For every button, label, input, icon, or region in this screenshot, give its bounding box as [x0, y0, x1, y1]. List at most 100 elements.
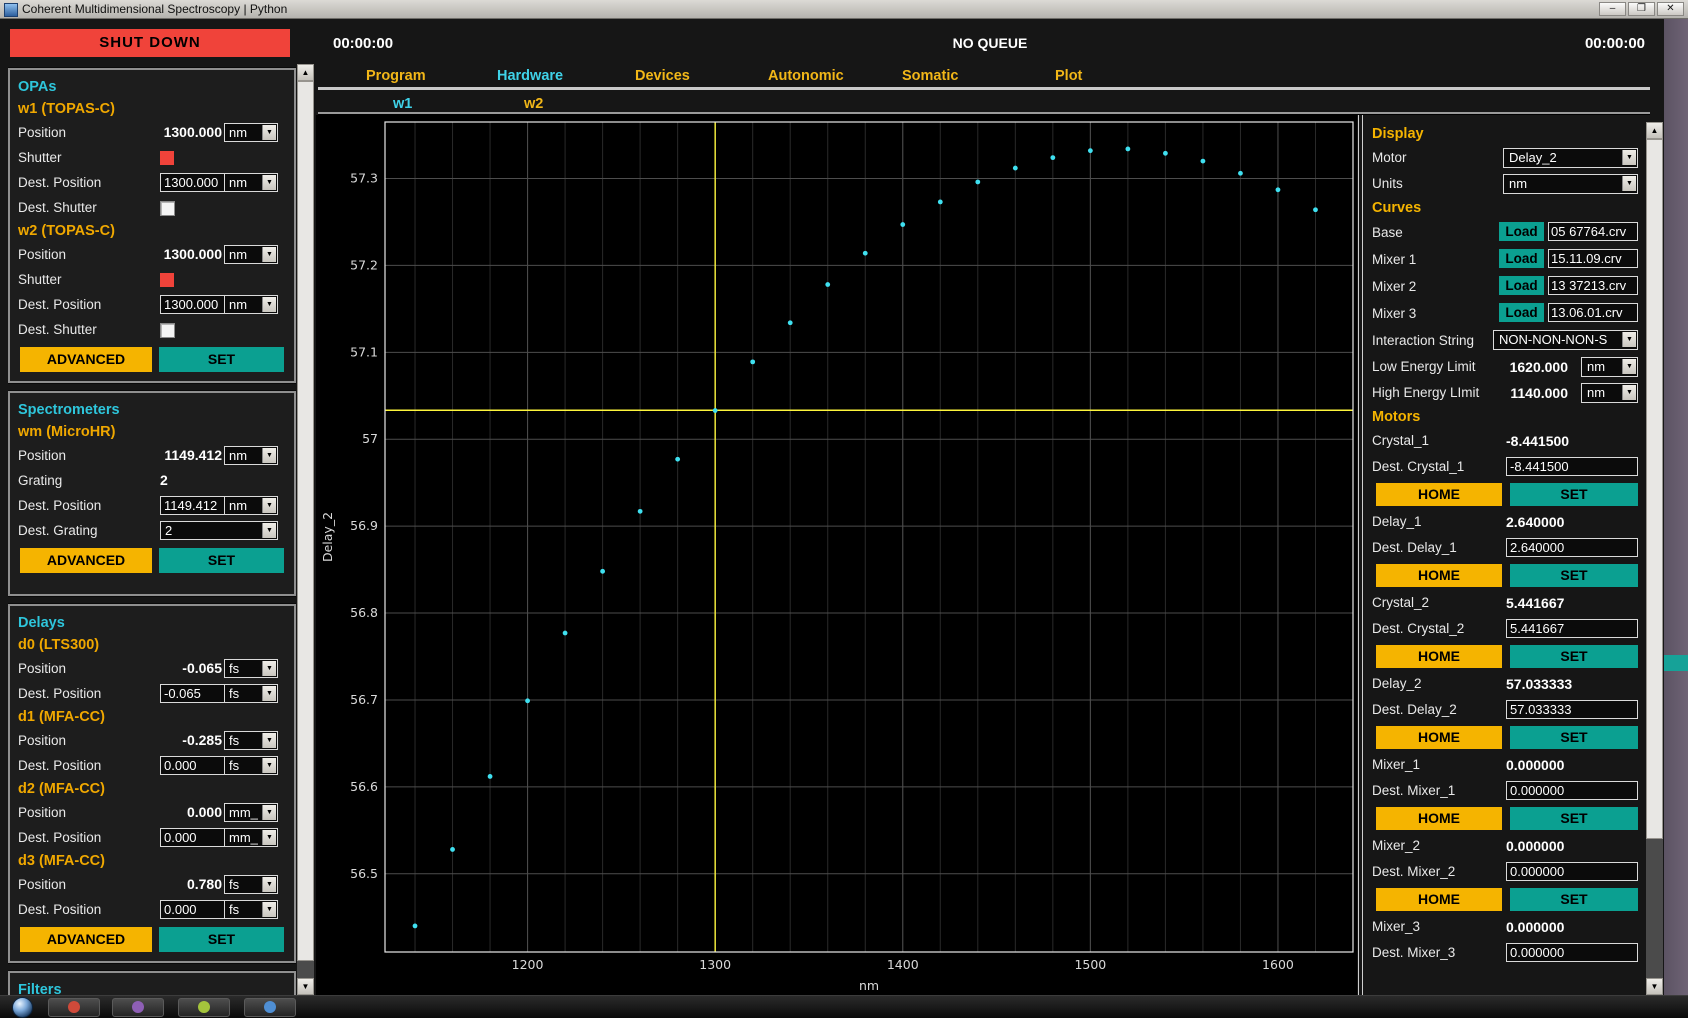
curve-file-input[interactable]: 15.11.09.crv: [1548, 249, 1638, 268]
plot-canvas[interactable]: 1200130014001500160057.357.257.15756.956…: [316, 115, 1357, 995]
set-button[interactable]: SET: [1510, 564, 1638, 587]
units-select[interactable]: mm_▼: [224, 803, 278, 822]
chevron-down-icon: ▼: [1622, 385, 1636, 400]
taskbar-app-red[interactable]: [48, 998, 100, 1017]
units-select[interactable]: nm▼: [224, 245, 278, 264]
units-select[interactable]: nm▼: [1581, 357, 1638, 377]
minimize-button[interactable]: –: [1599, 2, 1626, 16]
dest-input[interactable]: 57.033333: [1506, 700, 1638, 719]
set-button[interactable]: SET: [1510, 483, 1638, 506]
scroll-up-icon[interactable]: ▲: [297, 64, 314, 81]
chevron-down-icon: ▼: [262, 498, 276, 513]
home-button[interactable]: HOME: [1376, 726, 1502, 749]
scroll-down-icon[interactable]: ▼: [1646, 978, 1663, 995]
home-button[interactable]: HOME: [1376, 807, 1502, 830]
load-button[interactable]: Load: [1499, 249, 1544, 268]
motor-dest-row: Dest. Delay_257.033333: [1372, 697, 1646, 723]
grating-select[interactable]: 2▼: [160, 521, 278, 540]
units-select[interactable]: nm▼: [224, 173, 278, 192]
set-button[interactable]: SET: [159, 347, 284, 372]
motor-value: 57.033333: [1506, 671, 1572, 697]
motor-label: Mixer_2: [1372, 838, 1420, 853]
field-row: Dest. Position-0.065fs▼: [18, 681, 286, 706]
dest-input[interactable]: 0.000000: [1506, 862, 1638, 881]
start-button[interactable]: [12, 997, 33, 1018]
set-button[interactable]: SET: [1510, 726, 1638, 749]
set-button[interactable]: SET: [1510, 807, 1638, 830]
shutter-checkbox[interactable]: [160, 201, 175, 216]
data-point: [1050, 155, 1055, 160]
advanced-button[interactable]: ADVANCED: [20, 548, 152, 573]
units-select[interactable]: nm▼: [224, 446, 278, 465]
units-select[interactable]: fs▼: [224, 659, 278, 678]
panel-scrollbar[interactable]: ▲▼: [1646, 122, 1663, 995]
data-point: [713, 408, 718, 413]
dest-input[interactable]: -8.441500: [1506, 457, 1638, 476]
chevron-down-icon: ▼: [1622, 150, 1636, 165]
curve-file-input[interactable]: 13 37213.crv: [1548, 276, 1638, 295]
units-select[interactable]: mm_▼: [224, 828, 278, 847]
units-select[interactable]: nm▼: [1581, 383, 1638, 403]
advanced-button[interactable]: ADVANCED: [20, 927, 152, 952]
chevron-down-icon: ▼: [262, 805, 276, 820]
scroll-down-icon[interactable]: ▼: [297, 978, 314, 995]
scroll-thumb[interactable]: [1646, 139, 1663, 839]
dest-input[interactable]: 0.000000: [1506, 943, 1638, 962]
shutter-checkbox[interactable]: [160, 323, 175, 338]
interaction-select[interactable]: NON-NON-NON-S▼: [1493, 330, 1638, 350]
units-select[interactable]: fs▼: [224, 756, 278, 775]
taskbar-app-blue[interactable]: [244, 998, 296, 1017]
home-button[interactable]: HOME: [1376, 888, 1502, 911]
data-point: [1125, 147, 1130, 152]
field-label: Grating: [18, 473, 62, 488]
load-button[interactable]: Load: [1499, 303, 1544, 322]
load-button[interactable]: Load: [1499, 222, 1544, 241]
curve-file-input[interactable]: 13.06.01.crv: [1548, 303, 1638, 322]
home-button[interactable]: HOME: [1376, 483, 1502, 506]
subtab-w2[interactable]: w2: [524, 96, 543, 112]
scroll-thumb[interactable]: [297, 81, 314, 961]
tab-devices[interactable]: Devices: [635, 68, 690, 84]
units-select[interactable]: fs▼: [224, 731, 278, 750]
units-select[interactable]: nm▼: [224, 496, 278, 515]
motor-select[interactable]: Delay_2▼: [1503, 148, 1638, 168]
tuning-curve-plot[interactable]: 1200130014001500160057.357.257.15756.956…: [316, 115, 1357, 995]
dest-input[interactable]: 0.000000: [1506, 781, 1638, 800]
advanced-button[interactable]: ADVANCED: [20, 347, 152, 372]
tab-hardware[interactable]: Hardware: [497, 68, 563, 84]
set-button[interactable]: SET: [159, 927, 284, 952]
tab-somatic[interactable]: Somatic: [902, 68, 958, 84]
dest-input[interactable]: 2.640000: [1506, 538, 1638, 557]
tab-autonomic[interactable]: Autonomic: [768, 68, 844, 84]
maximize-button[interactable]: ❐: [1628, 2, 1655, 16]
home-button[interactable]: HOME: [1376, 564, 1502, 587]
group-name: d3 (MFA-CC): [18, 850, 286, 872]
units-select[interactable]: fs▼: [224, 875, 278, 894]
group-name: d0 (LTS300): [18, 634, 286, 656]
dest-input[interactable]: 5.441667: [1506, 619, 1638, 638]
subtab-w1[interactable]: w1: [393, 96, 412, 112]
taskbar-app-green[interactable]: [178, 998, 230, 1017]
set-button[interactable]: SET: [159, 548, 284, 573]
y-tick-label: 57.1: [350, 344, 378, 359]
scroll-up-icon[interactable]: ▲: [1646, 122, 1663, 139]
tab-plot[interactable]: Plot: [1055, 68, 1082, 84]
field-label: Units: [1372, 176, 1403, 191]
units-select[interactable]: nm▼: [224, 295, 278, 314]
taskbar-app-purple[interactable]: [112, 998, 164, 1017]
tab-program[interactable]: Program: [366, 68, 426, 84]
chevron-down-icon: ▼: [262, 830, 276, 845]
units-select[interactable]: fs▼: [224, 684, 278, 703]
units-select[interactable]: fs▼: [224, 900, 278, 919]
sidebar-scrollbar[interactable]: ▲▼: [297, 64, 314, 995]
data-point: [1313, 207, 1318, 212]
shutdown-button[interactable]: SHUT DOWN: [10, 29, 290, 57]
load-button[interactable]: Load: [1499, 276, 1544, 295]
home-button[interactable]: HOME: [1376, 645, 1502, 668]
set-button[interactable]: SET: [1510, 888, 1638, 911]
close-button[interactable]: ✕: [1657, 2, 1684, 16]
units-select[interactable]: nm▼: [224, 123, 278, 142]
curve-file-input[interactable]: 05 67764.crv: [1548, 222, 1638, 241]
set-button[interactable]: SET: [1510, 645, 1638, 668]
motor-select[interactable]: nm▼: [1503, 174, 1638, 194]
